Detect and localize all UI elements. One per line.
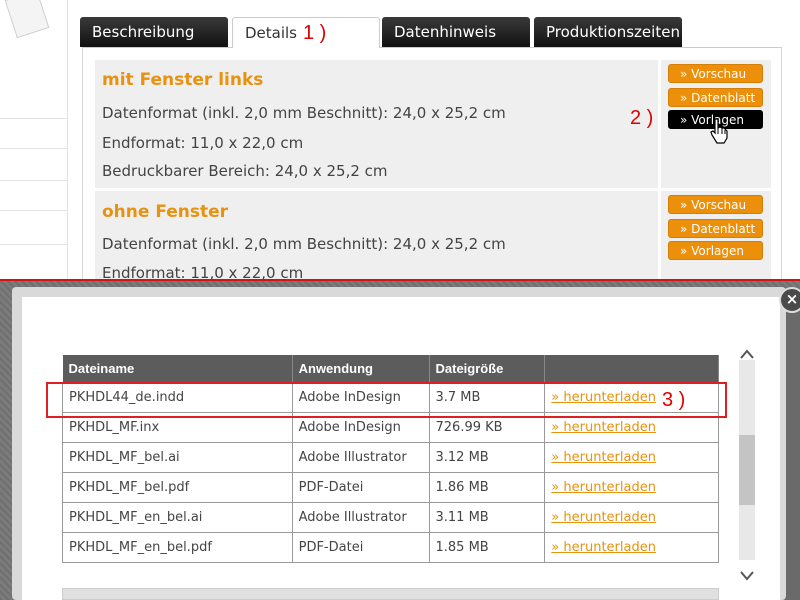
left-sidebar	[0, 0, 68, 280]
document-icon	[4, 0, 50, 39]
file-application: PDF-Datei	[291, 471, 430, 503]
download-link[interactable]: » herunterladen	[544, 501, 719, 533]
download-link[interactable]: » herunterladen	[544, 441, 719, 473]
file-size: 1.86 MB	[428, 471, 546, 503]
file-size: 1.85 MB	[428, 531, 546, 563]
file-name: PKHDL_MF_bel.ai	[62, 441, 293, 473]
column-dateiname: Dateiname	[62, 355, 293, 382]
sidebar-divider	[0, 210, 68, 211]
table-header: Dateiname Anwendung Dateigröße	[62, 355, 719, 382]
vorlagen-button[interactable]: » Vorlagen	[668, 241, 763, 260]
column-action	[544, 355, 719, 382]
product-title: ohne Fenster	[102, 202, 229, 222]
spec-bedruckbarer-bereich: Bedruckbarer Bereich: 24,0 x 25,2 cm	[102, 162, 388, 180]
vorschau-button[interactable]: » Vorschau	[668, 195, 763, 214]
tab-beschreibung[interactable]: Beschreibung	[80, 17, 228, 47]
sidebar-divider	[0, 118, 68, 119]
product-actions: » Vorschau » Datenblatt » Vorlagen	[661, 191, 771, 286]
annotation-step-2: 2 )	[630, 107, 654, 129]
product-mit-fenster-links: mit Fenster links Datenformat (inkl. 2,0…	[95, 60, 658, 188]
modal-scrollbar[interactable]	[737, 330, 757, 585]
spec-datenformat: Datenformat (inkl. 2,0 mm Beschnitt): 24…	[102, 104, 506, 122]
modal-footer-bar	[62, 588, 719, 600]
divider-line	[0, 279, 800, 281]
annotation-step-1: 1 )	[303, 22, 327, 44]
tab-datenhinweis[interactable]: Datenhinweis	[382, 17, 530, 47]
spec-endformat: Endformat: 11,0 x 22,0 cm	[102, 134, 304, 152]
sidebar-divider	[0, 180, 68, 181]
download-link[interactable]: » herunterladen	[544, 531, 719, 563]
annotation-step-3: 3 )	[662, 389, 686, 411]
spec-datenformat: Datenformat (inkl. 2,0 mm Beschnitt): 24…	[102, 235, 506, 253]
file-application: Adobe Illustrator	[291, 501, 430, 533]
close-icon[interactable]: ×	[779, 287, 800, 313]
datenblatt-button[interactable]: » Datenblatt	[668, 88, 763, 107]
scroll-down-icon[interactable]	[737, 566, 757, 585]
file-application: Adobe Illustrator	[291, 441, 430, 473]
table-row: PKHDL_MF_bel.pdf PDF-Datei 1.86 MB » her…	[62, 471, 719, 503]
table-row: PKHDL_MF_en_bel.ai Adobe Illustrator 3.1…	[62, 501, 719, 533]
highlight-box	[46, 382, 727, 418]
table-row: PKHDL_MF_en_bel.pdf PDF-Datei 1.85 MB » …	[62, 531, 719, 563]
file-size: 3.11 MB	[428, 501, 546, 533]
sidebar-divider	[0, 244, 68, 245]
vorschau-button[interactable]: » Vorschau	[668, 64, 763, 83]
file-name: PKHDL_MF_en_bel.pdf	[62, 531, 293, 563]
hand-cursor-icon	[710, 118, 728, 144]
column-dateigroesse: Dateigröße	[429, 355, 546, 382]
backdrop-edge	[785, 310, 800, 600]
column-anwendung: Anwendung	[292, 355, 430, 382]
product-page: Beschreibung Details Datenhinweis Produk…	[0, 0, 800, 287]
sidebar-divider	[0, 148, 68, 149]
file-size: 3.12 MB	[428, 441, 546, 473]
file-name: PKHDL_MF_bel.pdf	[62, 471, 293, 503]
tab-produktionszeiten[interactable]: Produktionszeiten	[534, 17, 682, 47]
datenblatt-button[interactable]: » Datenblatt	[668, 219, 763, 238]
file-name: PKHDL_MF_en_bel.ai	[62, 501, 293, 533]
table-row: PKHDL_MF_bel.ai Adobe Illustrator 3.12 M…	[62, 441, 719, 473]
product-title: mit Fenster links	[102, 70, 264, 90]
file-application: PDF-Datei	[291, 531, 430, 563]
scroll-thumb[interactable]	[739, 435, 755, 505]
product-ohne-fenster: ohne Fenster Datenformat (inkl. 2,0 mm B…	[95, 191, 658, 286]
download-link[interactable]: » herunterladen	[544, 471, 719, 503]
